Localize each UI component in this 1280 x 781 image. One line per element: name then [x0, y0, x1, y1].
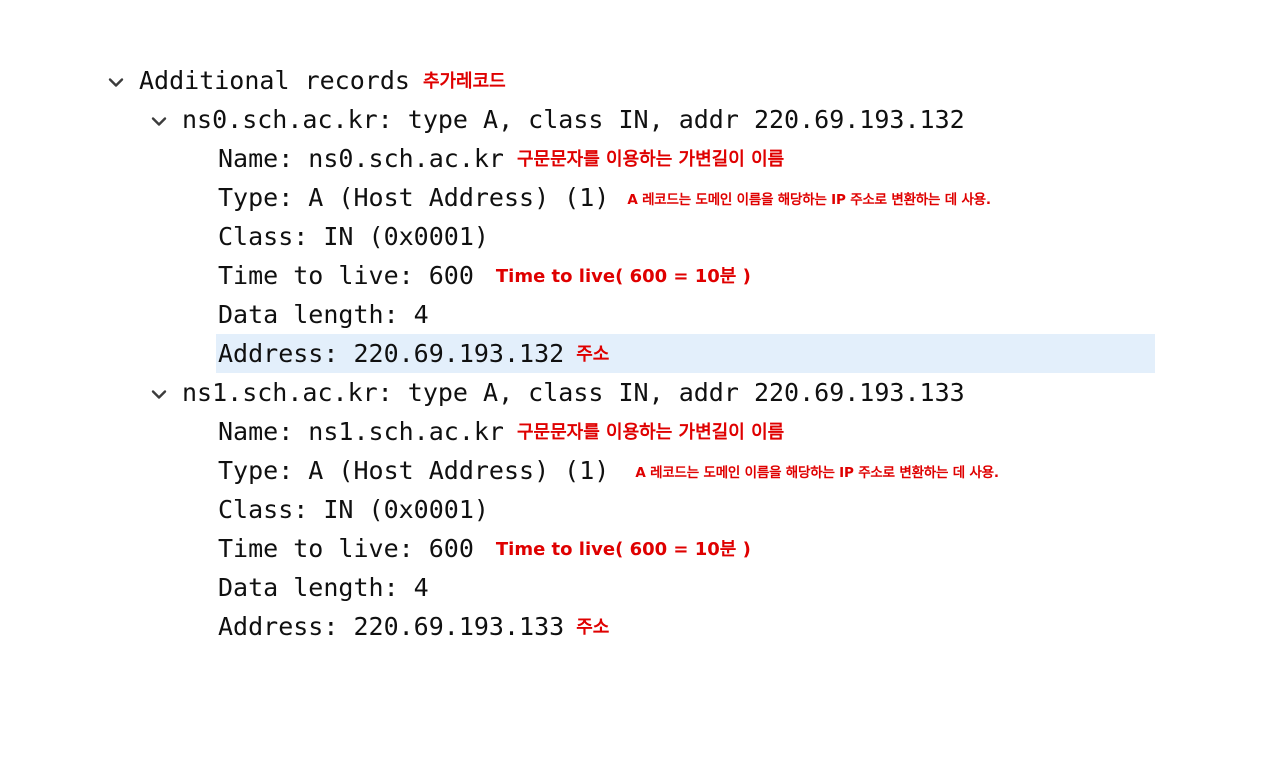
tree-row-label: ns0.sch.ac.kr: type A, class IN, addr 22… [182, 105, 965, 134]
chevron-down-icon[interactable] [148, 110, 170, 132]
tree-row-time-to-live[interactable]: Time to live: 600 Time to live( 600 = 10… [0, 529, 1280, 568]
annotation-address: 주소 [576, 616, 610, 638]
tree-row-record-ns1[interactable]: ns1.sch.ac.kr: type A, class IN, addr 22… [0, 373, 1280, 412]
tree-row-additional-records[interactable]: Additional records 추가레코드 [0, 61, 1280, 100]
tree-row-type[interactable]: Type: A (Host Address) (1) A 레코드는 도메인 이름… [0, 178, 1280, 217]
tree-row-label: Type: A (Host Address) (1) [218, 456, 610, 485]
tree-row-data-length[interactable]: Data length: 4 [0, 568, 1280, 607]
tree-row-class[interactable]: Class: IN (0x0001) [0, 490, 1280, 529]
annotation-type: A 레코드는 도메인 이름을 해당하는 IP 주소로 변환하는 데 사용. [627, 191, 991, 208]
tree-row-name[interactable]: Name: ns0.sch.ac.kr 구문문자를 이용하는 가변길이 이름 [0, 139, 1280, 178]
annotation-type: A 레코드는 도메인 이름을 해당하는 IP 주소로 변환하는 데 사용. [635, 464, 999, 481]
tree-row-label: Address: 220.69.193.132 [218, 339, 565, 368]
tree-row-address[interactable]: Address: 220.69.193.133 주소 [0, 607, 1280, 646]
chevron-down-icon[interactable] [148, 383, 170, 405]
tree-row-name[interactable]: Name: ns1.sch.ac.kr 구문문자를 이용하는 가변길이 이름 [0, 412, 1280, 451]
tree-row-time-to-live[interactable]: Time to live: 600 Time to live( 600 = 10… [0, 256, 1280, 295]
annotation-address: 주소 [576, 343, 610, 365]
tree-row-label: Time to live: 600 [218, 534, 474, 563]
chevron-down-icon[interactable] [105, 71, 127, 93]
tree-row-label: ns1.sch.ac.kr: type A, class IN, addr 22… [182, 378, 965, 407]
tree-row-label: Name: ns0.sch.ac.kr [218, 144, 504, 173]
tree-row-address-selected[interactable]: Address: 220.69.193.132 주소 [0, 334, 1280, 373]
tree-row-label: Time to live: 600 [218, 261, 474, 290]
tree-row-type[interactable]: Type: A (Host Address) (1) A 레코드는 도메인 이름… [0, 451, 1280, 490]
tree-row-label: Type: A (Host Address) (1) [218, 183, 610, 212]
annotation-name: 구문문자를 이용하는 가변길이 이름 [516, 148, 785, 170]
tree-row-label: Data length: 4 [218, 300, 429, 329]
tree-row-label: Address: 220.69.193.133 [218, 612, 565, 641]
annotation-time-to-live: Time to live( 600 = 10분 ) [495, 265, 751, 287]
tree-row-record-ns0[interactable]: ns0.sch.ac.kr: type A, class IN, addr 22… [0, 100, 1280, 139]
annotation-time-to-live: Time to live( 600 = 10분 ) [495, 538, 751, 560]
tree-row-label: Class: IN (0x0001) [218, 495, 489, 524]
annotation-additional-records: 추가레코드 [422, 70, 506, 92]
tree-row-label: Class: IN (0x0001) [218, 222, 489, 251]
annotation-name: 구문문자를 이용하는 가변길이 이름 [516, 421, 785, 443]
tree-row-label: Data length: 4 [218, 573, 429, 602]
tree-row-label: Additional records [139, 66, 410, 95]
tree-row-class[interactable]: Class: IN (0x0001) [0, 217, 1280, 256]
packet-detail-tree: Additional records 추가레코드 ns0.sch.ac.kr: … [0, 0, 1280, 781]
tree-row-data-length[interactable]: Data length: 4 [0, 295, 1280, 334]
tree-row-label: Name: ns1.sch.ac.kr [218, 417, 504, 446]
